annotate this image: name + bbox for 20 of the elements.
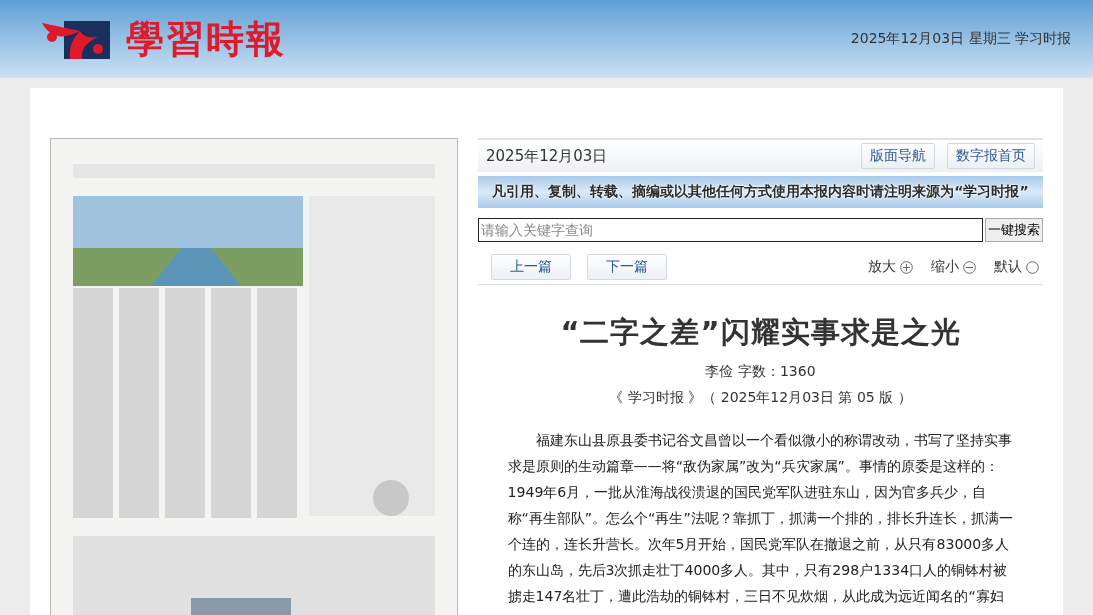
- toolbar-button[interactable]: 数字报首页: [947, 143, 1035, 169]
- article-nav-button[interactable]: 上一篇: [491, 254, 571, 280]
- zoom-control[interactable]: 缩小: [931, 258, 976, 276]
- article-source: 《 学习时报 》（ 2025年12月03日 第 05 版 ）: [609, 389, 912, 407]
- header-date: 2025年12月03日 星期三 学习时报: [850, 30, 1071, 48]
- logo-text: 學習時報: [126, 16, 286, 62]
- article-byline: 李俭 字数：1360: [705, 363, 816, 381]
- zoom-in-icon: [900, 260, 913, 274]
- zoom-control[interactable]: 默认: [994, 258, 1039, 276]
- search-field[interactable]: 请输入关键字查询: [478, 218, 983, 242]
- article-nav-button[interactable]: 下一篇: [587, 254, 667, 280]
- article-paragraph: 福建东山县原县委书记谷文昌曾以一个看似微小的称谓改动，书写了坚持实事求是原则的生动篇章——将“敌伪家属”改为“兵灾家属”。事情的原委是这样的：1949年6月，一批从淮海战役溃退的国民党军队进驻东山，因为官多兵少，自称“再生部队”。怎么个“再生”法呢？靠抓丁，抓满一个排的，排长升连长，抓满一个连的，连长升营长。次年5月开始，国民党军队在撤退之前，从只有83000多人的东山岛，先后3次抓走壮丁4000多人。其中，只有298户1334口人的铜钵村被掳走147名壮丁，遭此浩劫的铜钵村，三日不见炊烟，从此成为远近闻名的“寡妇: [507, 431, 1014, 606]
- article-title: “二字之差”闪耀实事求是之光: [560, 314, 961, 351]
- toolbar-button[interactable]: 版面导航: [861, 143, 935, 169]
- zoom-control[interactable]: 放大: [868, 258, 913, 276]
- zoom-out-icon: [963, 260, 976, 274]
- issue-date: 2025年12月03日: [486, 146, 608, 166]
- search-button[interactable]: 一键搜索: [985, 218, 1043, 242]
- circle-icon: [1026, 260, 1039, 274]
- notice-banner: 凡引用、复制、转载、摘编或以其他任何方式使用本报内容时请注明来源为“学习时报”: [478, 176, 1043, 208]
